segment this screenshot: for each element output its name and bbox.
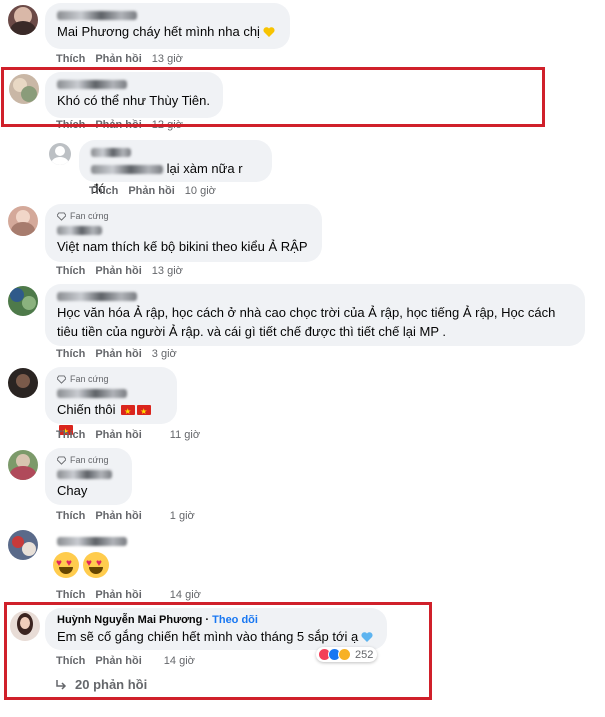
comment-meta: Thích Phản hồi 13 giờ — [56, 265, 183, 277]
timestamp[interactable]: 14 giờ — [170, 589, 201, 601]
comment-bubble: lại xàm nữa r đó — [79, 140, 272, 196]
heart-eyes-emoji-icon: ♥ ♥ — [53, 552, 79, 578]
author-name[interactable] — [57, 8, 278, 22]
reply-button[interactable]: Phản hồi — [95, 429, 141, 441]
reply-button[interactable]: Phản hồi — [128, 185, 174, 197]
comment-6: Fan cứng Chiến thôi Thích Phản hồi 11 giờ — [0, 367, 605, 445]
comment-meta: Thích Phản hồi 3 giờ — [56, 348, 177, 360]
author-name[interactable] — [91, 145, 260, 159]
highlight-box — [4, 602, 432, 700]
highlight-box — [1, 67, 545, 127]
comment-text: Mai Phương cháy hết mình nha chị — [57, 24, 260, 39]
comment-text: Chay — [57, 483, 88, 498]
reply-button[interactable]: Phản hồi — [95, 510, 141, 522]
comment-3: lại xàm nữa r đó Thích Phản hồi 10 giờ — [0, 135, 605, 201]
comment-bubble: Fan cứng Chiến thôi — [45, 367, 177, 442]
comment-7: Fan cứng Chay Thích Phản hồi 1 giờ — [0, 445, 605, 527]
like-button[interactable]: Thích — [56, 510, 85, 522]
diamond-icon — [57, 455, 66, 465]
author-name[interactable] — [57, 534, 127, 548]
vietnam-flag-icon — [137, 402, 152, 422]
emoji-row: ♥ ♥ ♥ ♥ — [53, 552, 113, 578]
comment-meta: Thích Phản hồi 11 giờ — [56, 429, 200, 441]
comment-meta: Thích Phản hồi 13 giờ — [56, 53, 183, 65]
comment-4: Fan cứng Việt nam thích kế bộ bikini the… — [0, 201, 605, 281]
heart-eyes-emoji-icon: ♥ ♥ — [83, 552, 109, 578]
diamond-icon — [57, 211, 66, 221]
avatar[interactable] — [8, 450, 38, 480]
comment-text-line-1: Học văn hóa Ả rập, học cách ở nhà cao ch… — [57, 305, 556, 320]
comment-bubble: Học văn hóa Ả rập, học cách ở nhà cao ch… — [45, 284, 585, 346]
comment-bubble: Fan cứng Chay — [45, 448, 132, 505]
like-button[interactable]: Thích — [56, 265, 85, 277]
timestamp[interactable]: 13 giờ — [152, 265, 183, 277]
timestamp[interactable]: 1 giờ — [170, 510, 195, 522]
comment-8: ♥ ♥ ♥ ♥ Thích Phản hồi 14 giờ — [0, 527, 605, 605]
timestamp[interactable]: 3 giờ — [152, 348, 177, 360]
avatar[interactable] — [8, 368, 38, 398]
author-name[interactable] — [57, 386, 165, 400]
author-name[interactable] — [57, 467, 120, 481]
fan-badge: Fan cứng — [70, 211, 109, 221]
comment-bubble: Mai Phương cháy hết mình nha chị — [45, 3, 290, 49]
comment-bubble: Fan cứng Việt nam thích kế bộ bikini the… — [45, 204, 322, 262]
timestamp[interactable]: 11 giờ — [170, 429, 200, 441]
reply-button[interactable]: Phản hồi — [95, 265, 141, 277]
comment-1: Mai Phương cháy hết mình nha chị Thích Ph… — [0, 0, 605, 68]
avatar[interactable] — [8, 286, 38, 316]
like-button[interactable]: Thích — [56, 429, 85, 441]
comment-meta: Thích Phản hồi 1 giờ — [56, 510, 195, 522]
reply-button[interactable]: Phản hồi — [95, 348, 141, 360]
diamond-icon — [57, 374, 66, 384]
comment-5: Học văn hóa Ả rập, học cách ở nhà cao ch… — [0, 281, 605, 367]
reply-button[interactable]: Phản hồi — [95, 589, 141, 601]
avatar[interactable] — [8, 5, 38, 35]
fan-badge: Fan cứng — [70, 374, 109, 384]
comment-meta: Thích Phản hồi 10 giờ — [89, 185, 216, 197]
timestamp[interactable]: 10 giờ — [185, 185, 216, 197]
avatar[interactable] — [49, 143, 71, 165]
like-button[interactable]: Thích — [56, 53, 85, 65]
like-button[interactable]: Thích — [56, 348, 85, 360]
reply-button[interactable]: Phản hồi — [95, 53, 141, 65]
comment-text-line-2: tiêu tiền của người Ả rập. và cái gì tiế… — [57, 324, 447, 339]
like-button[interactable]: Thích — [89, 185, 118, 197]
author-name[interactable] — [57, 223, 310, 237]
comment-text: Chiến thôi — [57, 402, 116, 417]
like-button[interactable]: Thích — [56, 589, 85, 601]
yellow-heart-icon — [263, 27, 275, 37]
fan-badge: Fan cứng — [70, 455, 109, 465]
comment-meta: Thích Phản hồi 14 giờ — [56, 589, 201, 601]
comment-text: Việt nam thích kế bộ bikini theo kiểu Ả … — [57, 239, 308, 254]
vietnam-flag-icon — [121, 402, 136, 422]
timestamp[interactable]: 13 giờ — [152, 53, 183, 65]
avatar[interactable] — [8, 530, 38, 560]
author-name[interactable] — [57, 289, 573, 303]
avatar[interactable] — [8, 206, 38, 236]
